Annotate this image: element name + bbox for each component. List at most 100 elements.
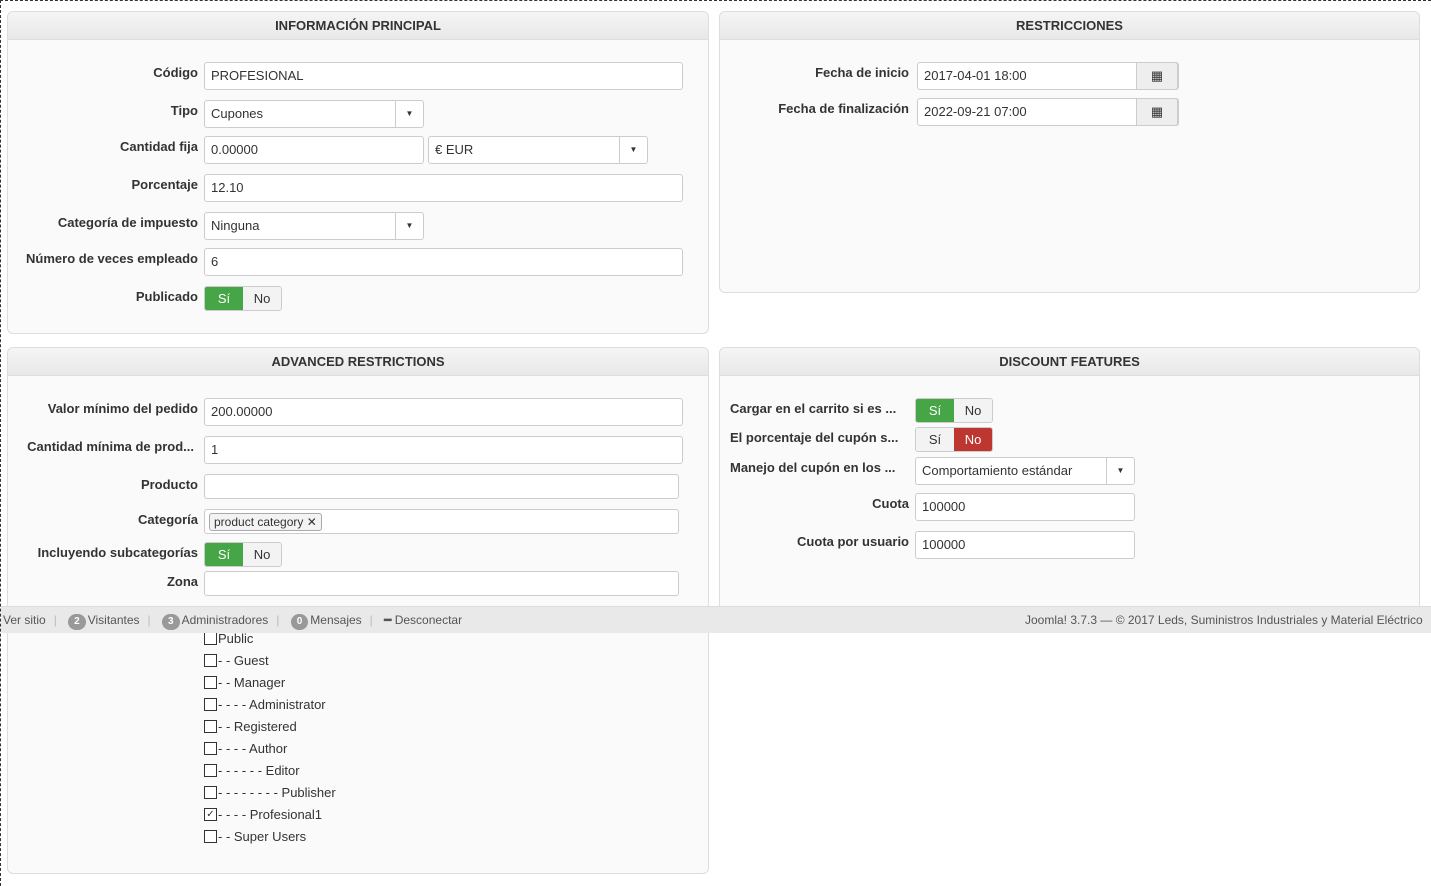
fin-input[interactable]: 2022-09-21 07:00 ▦ — [917, 98, 1179, 126]
currency-value: € EUR — [435, 142, 474, 157]
status-bar: Ver sitio | 2 Visitantes | 3 Administradores… — [1, 606, 1431, 633]
impuesto-label: Categoría de impuesto — [57, 215, 198, 230]
minus-icon: ━ — [384, 613, 392, 627]
currency-select[interactable]: € EUR ▼ — [428, 136, 648, 164]
no-option[interactable]: No — [243, 543, 281, 566]
group-item[interactable]: - - Manager — [204, 675, 285, 690]
categoria-input[interactable]: product category ✕ — [204, 509, 679, 534]
no-option[interactable]: No — [954, 399, 992, 422]
veces-input[interactable]: 6 — [204, 248, 683, 276]
impuesto-value: Ninguna — [211, 218, 260, 233]
cant-label: Cantidad mínima de prod... — [27, 439, 194, 454]
group-item[interactable]: - - - - - - - - Publisher — [204, 785, 336, 800]
producto-label: Producto — [140, 477, 198, 492]
restrictions-panel: RESTRICCIONES Fecha de inicio 2017-04-01… — [719, 11, 1420, 293]
close-icon[interactable]: ✕ — [307, 515, 317, 529]
yes-option[interactable]: Sí — [916, 428, 954, 451]
porcentaje-input[interactable]: 12.10 — [204, 174, 683, 202]
panel-title: DISCOUNT FEATURES — [720, 348, 1419, 376]
footer-text: Joomla! 3.7.3 — © 2017 Leds, Suministros… — [1025, 613, 1423, 627]
group-item[interactable]: - - - - Author — [204, 741, 287, 756]
group-label: - - - - Profesional1 — [218, 807, 323, 822]
visitantes-link[interactable]: 2 Visitantes — [68, 613, 140, 630]
desconectar-label: Desconectar — [394, 613, 463, 627]
min-order-input[interactable]: 200.00000 — [204, 398, 683, 426]
inicio-value: 2017-04-01 18:00 — [924, 68, 1027, 83]
inicio-label: Fecha de inicio — [815, 65, 909, 80]
publicado-label: Publicado — [135, 289, 198, 304]
group-item[interactable]: - - - - Administrator — [204, 697, 326, 712]
admins-label: Administradores — [181, 613, 269, 627]
group-label: - - - - - - Editor — [218, 763, 300, 778]
category-tag: product category ✕ — [209, 513, 322, 531]
group-label: - - Manager — [218, 675, 286, 690]
visitantes-label: Visitantes — [87, 613, 140, 627]
checkbox[interactable] — [204, 720, 217, 733]
cuota-usr-label: Cuota por usuario — [797, 534, 909, 549]
desconectar-link[interactable]: ━ Desconectar — [384, 613, 462, 627]
checkbox[interactable] — [204, 742, 217, 755]
group-item[interactable]: ✓ - - - - Profesional1 — [204, 807, 322, 822]
porc-label: El porcentaje del cupón s... — [730, 430, 899, 445]
mensajes-label: Mensajes — [310, 613, 362, 627]
checkbox[interactable] — [204, 830, 217, 843]
no-option[interactable]: No — [954, 428, 992, 451]
panel-title: ADVANCED RESTRICTIONS — [8, 348, 708, 376]
group-label: - - - - Administrator — [218, 697, 326, 712]
panel-title: RESTRICCIONES — [720, 12, 1419, 40]
yes-option[interactable]: Sí — [916, 399, 954, 422]
group-label: - - Registered — [218, 719, 297, 734]
zona-input[interactable] — [204, 571, 679, 596]
cuota-usr-input[interactable]: 100000 — [915, 531, 1135, 559]
manejo-label: Manejo del cupón en los ... — [730, 460, 896, 475]
codigo-input[interactable]: PROFESIONAL — [204, 62, 683, 90]
calendar-icon[interactable]: ▦ — [1136, 62, 1178, 90]
cuota-label: Cuota — [872, 496, 909, 511]
group-item[interactable]: - - Guest — [204, 653, 269, 668]
yes-option[interactable]: Sí — [205, 543, 243, 566]
impuesto-select[interactable]: Ninguna ▼ — [204, 212, 424, 240]
checkbox[interactable]: ✓ — [204, 808, 217, 821]
inicio-input[interactable]: 2017-04-01 18:00 ▦ — [917, 62, 1179, 90]
porc-toggle[interactable]: Sí No — [915, 427, 993, 452]
checkbox[interactable] — [204, 654, 217, 667]
subcat-toggle[interactable]: Sí No — [204, 542, 282, 567]
producto-input[interactable] — [204, 474, 679, 499]
group-label: - - - - Author — [218, 741, 288, 756]
checkbox[interactable] — [204, 698, 217, 711]
porcentaje-label: Porcentaje — [131, 177, 198, 192]
mensajes-link[interactable]: 0 Mensajes — [290, 613, 362, 630]
calendar-icon[interactable]: ▦ — [1136, 98, 1178, 126]
panel-title: INFORMACIÓN PRINCIPAL — [8, 12, 708, 40]
chevron-down-icon: ▼ — [395, 101, 423, 127]
cantidad-label: Cantidad fija — [119, 139, 198, 154]
zona-label: Zona — [166, 574, 198, 589]
chevron-down-icon: ▼ — [1106, 458, 1134, 484]
admins-link[interactable]: 3 Administradores — [162, 613, 269, 630]
chevron-down-icon: ▼ — [619, 137, 647, 163]
categoria-label: Categoría — [138, 512, 198, 527]
cargar-toggle[interactable]: Sí No — [915, 398, 993, 423]
subcat-label: Incluyendo subcategorías — [37, 545, 198, 560]
tipo-value: Cupones — [211, 106, 264, 121]
codigo-label: Código — [153, 65, 198, 80]
manejo-value: Comportamiento estándar — [922, 463, 1073, 478]
min-qty-input[interactable]: 1 — [204, 436, 683, 464]
group-item[interactable]: - - Registered — [204, 719, 297, 734]
tipo-select[interactable]: Cupones ▼ — [204, 100, 424, 128]
admins-badge: 3 — [162, 614, 180, 630]
no-option[interactable]: No — [243, 287, 281, 310]
group-item[interactable]: - - Super Users — [204, 829, 306, 844]
checkbox[interactable] — [204, 786, 217, 799]
manejo-select[interactable]: Comportamiento estándar ▼ — [915, 457, 1135, 485]
cuota-input[interactable]: 100000 — [915, 493, 1135, 521]
group-item[interactable]: - - - - - - Editor — [204, 763, 300, 778]
cantidad-input[interactable]: 0.00000 — [204, 136, 424, 164]
checkbox[interactable] — [204, 676, 217, 689]
yes-option[interactable]: Sí — [205, 287, 243, 310]
checkbox[interactable] — [204, 764, 217, 777]
publicado-toggle[interactable]: Sí No — [204, 286, 282, 311]
group-label: - - Guest — [218, 653, 269, 668]
group-label: - - Super Users — [218, 829, 307, 844]
ver-sitio-link[interactable]: Ver sitio — [3, 613, 46, 627]
